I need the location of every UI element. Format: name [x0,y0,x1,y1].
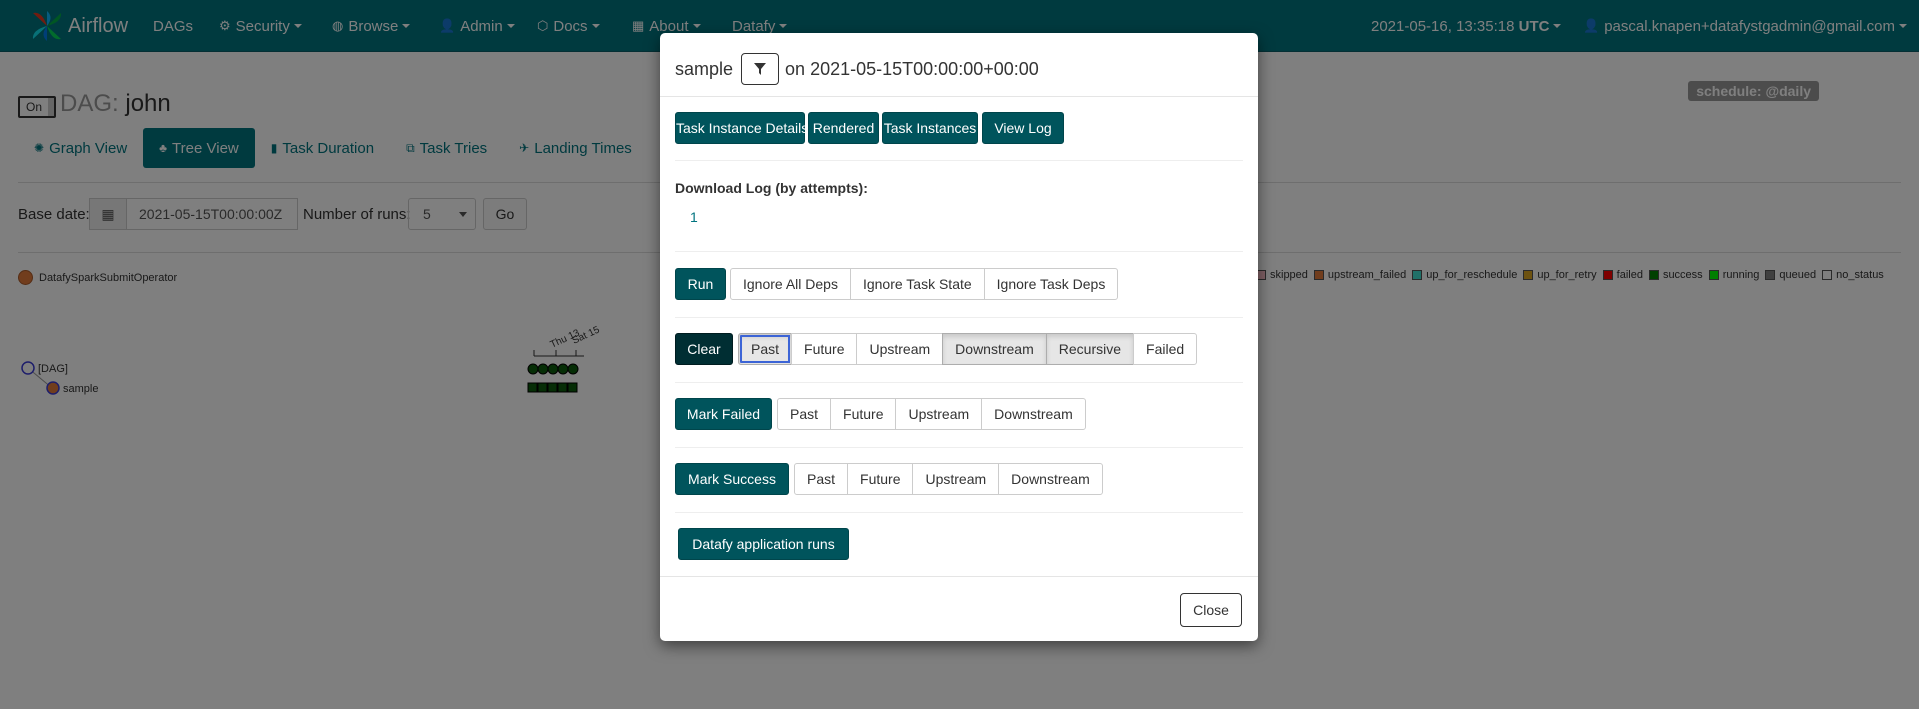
mark-success-downstream-toggle[interactable]: Downstream [998,463,1103,495]
task-instance-modal: sample on 2021-05-15T00:00:00+00:00 Task… [660,33,1258,641]
mark-success-past-toggle[interactable]: Past [794,463,849,495]
download-log-attempt-link[interactable]: 1 [690,209,698,225]
clear-recursive-toggle[interactable]: Recursive [1045,333,1135,365]
clear-past-toggle[interactable]: Past [738,333,793,365]
clear-failed-toggle[interactable]: Failed [1133,333,1198,365]
mark-failed-downstream-toggle[interactable]: Downstream [981,398,1086,430]
divider [675,160,1243,161]
mark-success-options-group: Past Future Upstream Downstream [794,463,1103,495]
close-button[interactable]: Close [1180,593,1242,627]
mark-success-button[interactable]: Mark Success [675,463,789,495]
mark-failed-options-group: Past Future Upstream Downstream [777,398,1086,430]
ignore-task-deps-toggle[interactable]: Ignore Task Deps [983,268,1119,300]
task-instance-details-button[interactable]: Task Instance Details [675,112,808,144]
divider [675,251,1243,252]
ignore-all-deps-toggle[interactable]: Ignore All Deps [730,268,851,300]
clear-upstream-toggle[interactable]: Upstream [856,333,944,365]
mark-failed-past-toggle[interactable]: Past [777,398,832,430]
modal-title: sample on 2021-05-15T00:00:00+00:00 [675,53,1039,85]
mark-failed-upstream-toggle[interactable]: Upstream [895,398,983,430]
divider [675,382,1243,383]
divider [675,512,1243,513]
clear-downstream-toggle[interactable]: Downstream [942,333,1047,365]
mark-success-future-toggle[interactable]: Future [847,463,914,495]
download-log-label: Download Log (by attempts): [675,180,868,196]
divider [675,447,1243,448]
divider [675,317,1243,318]
modal-header: sample on 2021-05-15T00:00:00+00:00 [660,33,1258,97]
run-button[interactable]: Run [675,268,726,300]
filter-icon [754,63,767,75]
modal-footer [660,576,1258,577]
mark-success-upstream-toggle[interactable]: Upstream [912,463,1000,495]
datafy-application-runs-button[interactable]: Datafy application runs [678,528,849,560]
filter-button[interactable] [741,53,780,85]
clear-button[interactable]: Clear [675,333,733,365]
ignore-task-state-toggle[interactable]: Ignore Task State [849,268,985,300]
modal-execution-date: 2021-05-15T00:00:00+00:00 [810,58,1039,79]
clear-options-group: Past Future Upstream Downstream Recursiv… [738,333,1198,365]
modal-task-name: sample [675,58,734,79]
task-instances-button[interactable]: Task Instances [882,112,978,144]
modal-on-label: on [785,58,806,79]
run-options-group: Ignore All Deps Ignore Task State Ignore… [730,268,1119,300]
mark-failed-future-toggle[interactable]: Future [830,398,897,430]
view-log-button[interactable]: View Log [982,112,1064,144]
rendered-button[interactable]: Rendered [808,112,879,144]
clear-future-toggle[interactable]: Future [791,333,858,365]
mark-failed-button[interactable]: Mark Failed [675,398,772,430]
